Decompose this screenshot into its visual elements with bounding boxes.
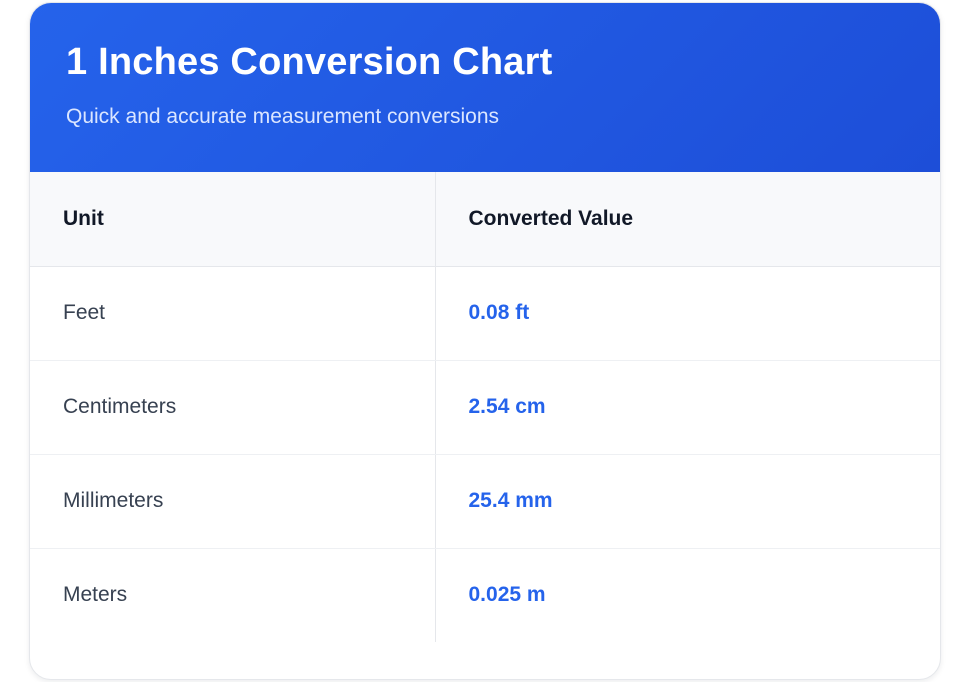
table-row: Millimeters 25.4 mm — [30, 454, 940, 549]
table-body: Feet 0.08 ft Centimeters 2.54 cm Millime… — [30, 266, 940, 642]
table-row: Feet 0.08 ft — [30, 266, 940, 361]
value-cell: 25.4 mm — [435, 454, 940, 549]
page-subtitle: Quick and accurate measurement conversio… — [66, 105, 500, 128]
card-header: 1 Inches Conversion Chart Quick and accu… — [30, 3, 940, 172]
unit-cell: Feet — [30, 266, 436, 361]
column-header-unit: Unit — [30, 172, 436, 267]
unit-cell: Centimeters — [30, 360, 436, 455]
conversion-card: 1 Inches Conversion Chart Quick and accu… — [29, 2, 941, 680]
table-row: Meters 0.025 m — [30, 548, 940, 642]
unit-cell: Millimeters — [30, 454, 436, 549]
page-title: 1 Inches Conversion Chart — [66, 41, 553, 83]
table-header-row: Unit Converted Value — [30, 172, 940, 267]
unit-cell: Meters — [30, 548, 436, 642]
value-cell: 0.08 ft — [435, 266, 940, 361]
column-header-converted-value: Converted Value — [435, 172, 940, 267]
table-row: Centimeters 2.54 cm — [30, 360, 940, 455]
conversion-table: Unit Converted Value Feet 0.08 ft Centim… — [30, 172, 940, 642]
value-cell: 0.025 m — [468, 583, 546, 607]
table-head: Unit Converted Value — [30, 172, 940, 267]
value-cell: 2.54 cm — [435, 360, 940, 455]
